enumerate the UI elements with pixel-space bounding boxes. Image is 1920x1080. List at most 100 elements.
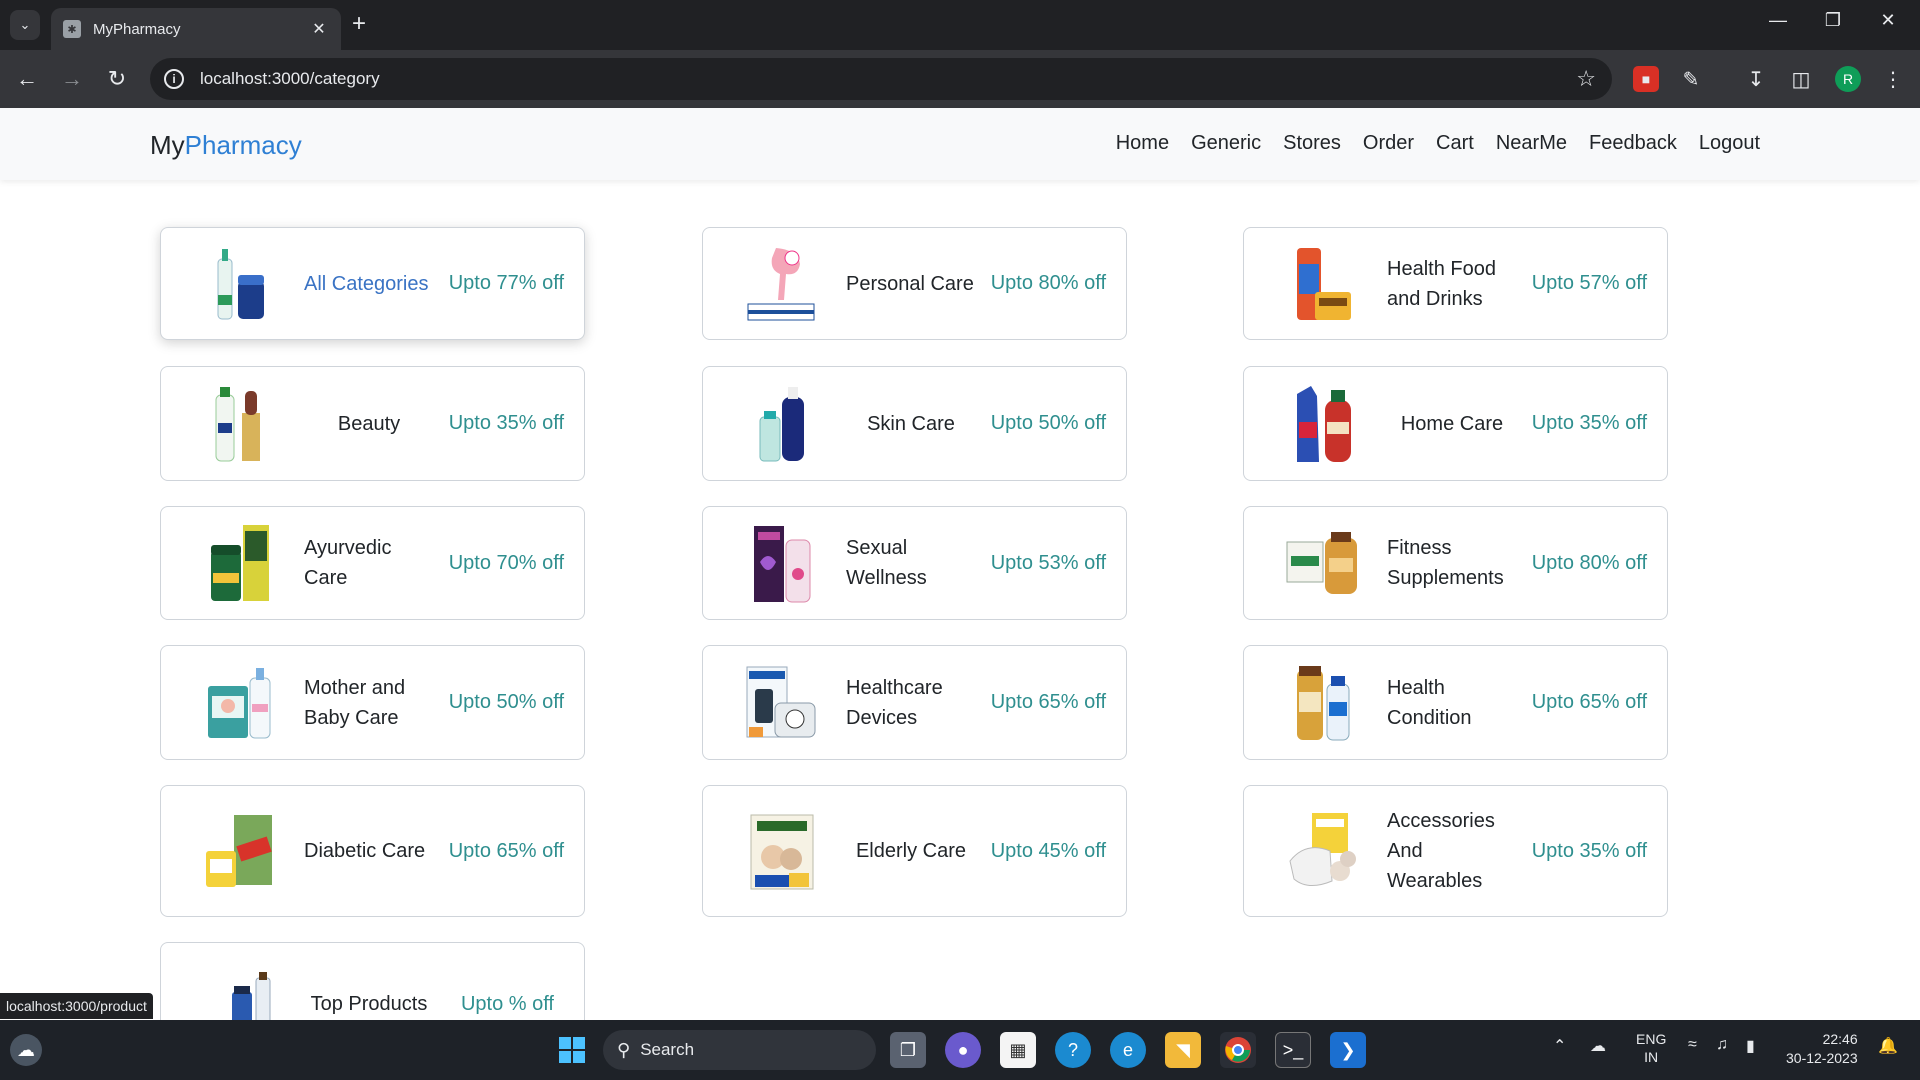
notification-bell-icon[interactable]: 🔔 (1878, 1036, 1898, 1056)
nav-feedback[interactable]: Feedback (1589, 132, 1677, 155)
category-discount: Upto 57% off (1531, 272, 1647, 294)
category-card-health-food[interactable]: Health Food and Drinks Upto 57% off (1243, 227, 1668, 340)
product-thumbnail (201, 383, 279, 465)
back-arrow-icon[interactable]: ← (12, 64, 42, 94)
start-windows-icon[interactable] (554, 1032, 590, 1068)
nav-order[interactable]: Order (1363, 132, 1414, 155)
window-close-icon[interactable]: ✕ (1868, 10, 1908, 31)
category-card-home-care[interactable]: Home Care Upto 35% off (1243, 366, 1668, 481)
language-indicator[interactable]: ENG IN (1636, 1030, 1666, 1066)
downloads-icon[interactable]: ↧ (1743, 66, 1769, 92)
category-card-skin-care[interactable]: Skin Care Upto 50% off (702, 366, 1127, 481)
category-card-mother-baby[interactable]: Mother and Baby Care Upto 50% off (160, 645, 585, 760)
nav-nearme[interactable]: NearMe (1496, 132, 1567, 155)
category-card-fitness[interactable]: Fitness Supplements Upto 80% off (1243, 506, 1668, 620)
minimize-icon[interactable]: — (1758, 10, 1798, 31)
product-thumbnail (201, 243, 279, 325)
browser-tab-strip: ⌄ ✱ MyPharmacy ✕ + — ❐ ✕ (0, 0, 1920, 50)
reload-icon[interactable]: ↻ (102, 64, 132, 94)
tray-overflow-chevron-icon[interactable]: ⌃ (1553, 1036, 1566, 1056)
category-card-ayurvedic[interactable]: Ayurvedic Care Upto 70% off (160, 506, 585, 620)
category-card-sexual-wellness[interactable]: Sexual Wellness Upto 53% off (702, 506, 1127, 620)
clock[interactable]: 22:46 30-12-2023 (1786, 1030, 1858, 1068)
category-name: Beauty (337, 412, 401, 435)
nav-generic[interactable]: Generic (1191, 132, 1261, 155)
volume-icon[interactable]: ♫ (1716, 1036, 1728, 1054)
nav-cart[interactable]: Cart (1436, 132, 1474, 155)
task-view-icon[interactable]: ❐ (890, 1032, 926, 1068)
category-card-personal-care[interactable]: Personal Care Upto 80% off (702, 227, 1127, 340)
edge-browser-icon[interactable]: e (1110, 1032, 1146, 1068)
category-card-health-condition[interactable]: Health Condition Upto 65% off (1243, 645, 1668, 760)
clock-time: 22:46 (1822, 1031, 1858, 1047)
product-thumbnail (201, 522, 279, 604)
side-panel-icon[interactable]: ◫ (1788, 66, 1814, 92)
restore-icon[interactable]: ❐ (1813, 10, 1853, 31)
brand-prefix: My (150, 130, 185, 160)
extension-red-icon[interactable]: ■ (1633, 66, 1659, 92)
onedrive-icon[interactable]: ☁ (1590, 1036, 1606, 1056)
category-card-elderly[interactable]: Elderly Care Upto 45% off (702, 785, 1127, 917)
category-card-all[interactable]: All Categories Upto 77% off (160, 227, 585, 340)
taskbar-search-label: Search (640, 1040, 695, 1059)
battery-icon[interactable]: ▮ (1746, 1036, 1755, 1056)
site-info-icon[interactable]: i (164, 69, 184, 89)
terminal-icon[interactable]: >_ (1275, 1032, 1311, 1068)
product-thumbnail (1284, 662, 1362, 744)
teams-chat-icon[interactable]: ● (945, 1032, 981, 1068)
browser-toolbar: ← → ↻ i localhost:3000/category ☆ ■ ✎ ↧ … (0, 50, 1920, 108)
favicon-icon: ✱ (63, 20, 81, 38)
forward-arrow-icon[interactable]: → (57, 64, 87, 94)
bookmark-star-icon[interactable]: ☆ (1576, 66, 1596, 92)
category-discount: Upto 35% off (1531, 839, 1647, 862)
brand-logo[interactable]: MyPharmacy (150, 130, 302, 161)
chrome-icon[interactable] (1220, 1032, 1256, 1068)
category-card-accessories[interactable]: Accessories And Wearables Upto 35% off (1243, 785, 1668, 917)
product-thumbnail (1284, 243, 1362, 325)
browser-menu-icon[interactable]: ⋮ (1880, 66, 1906, 92)
nav-logout[interactable]: Logout (1699, 132, 1760, 155)
region-code: IN (1644, 1049, 1659, 1065)
product-thumbnail (743, 662, 821, 744)
category-card-healthcare-devices[interactable]: Healthcare Devices Upto 65% off (702, 645, 1127, 760)
product-thumbnail (743, 243, 821, 325)
store-icon[interactable]: ▦ (1000, 1032, 1036, 1068)
wifi-icon[interactable]: ≈ (1688, 1036, 1697, 1054)
category-discount: Upto 65% off (1531, 691, 1647, 713)
tab-close-icon[interactable]: ✕ (309, 19, 329, 39)
nav-home[interactable]: Home (1116, 132, 1169, 155)
category-discount: Upto % off (460, 993, 554, 1015)
file-explorer-icon[interactable]: ◥ (1165, 1032, 1201, 1068)
category-discount: Upto 50% off (990, 412, 1106, 434)
vscode-icon[interactable]: ❯ (1330, 1032, 1366, 1068)
category-name: Fitness Supplements (1387, 537, 1504, 589)
help-icon[interactable]: ? (1055, 1032, 1091, 1068)
category-discount: Upto 35% off (1531, 412, 1647, 434)
category-card-beauty[interactable]: Beauty Upto 35% off (160, 366, 585, 481)
product-thumbnail (743, 383, 821, 465)
product-thumbnail (1284, 522, 1362, 604)
tab-title: MyPharmacy (93, 20, 181, 38)
browser-tab[interactable]: ✱ MyPharmacy ✕ (51, 8, 341, 50)
brand-accent: Pharmacy (184, 130, 302, 160)
category-name: Top Products (310, 993, 428, 1015)
product-thumbnail (743, 810, 821, 892)
new-tab-plus-icon[interactable]: + (352, 12, 366, 36)
address-bar[interactable]: i localhost:3000/category ☆ (150, 58, 1612, 100)
category-discount: Upto 77% off (448, 272, 564, 294)
category-name: Sexual Wellness (846, 537, 927, 589)
nav-stores[interactable]: Stores (1283, 132, 1341, 155)
clock-date: 30-12-2023 (1786, 1050, 1858, 1066)
search-icon: ⚲ (617, 1039, 631, 1060)
category-name: Accessories And Wearables (1387, 810, 1495, 892)
address-url[interactable]: localhost:3000/category (200, 69, 1576, 89)
tab-search-chevron-icon[interactable]: ⌄ (10, 10, 40, 40)
category-card-diabetic[interactable]: Diabetic Care Upto 65% off (160, 785, 585, 917)
extensions-puzzle-icon[interactable]: ✎ (1678, 66, 1704, 92)
weather-cloud-icon[interactable]: ☁ (10, 1034, 42, 1066)
taskbar-search[interactable]: ⚲ Search (603, 1030, 876, 1070)
status-bar-url: localhost:3000/product (0, 993, 153, 1019)
category-discount: Upto 35% off (448, 412, 564, 434)
category-name: All Categories (304, 272, 429, 295)
profile-avatar[interactable]: R (1835, 66, 1861, 92)
